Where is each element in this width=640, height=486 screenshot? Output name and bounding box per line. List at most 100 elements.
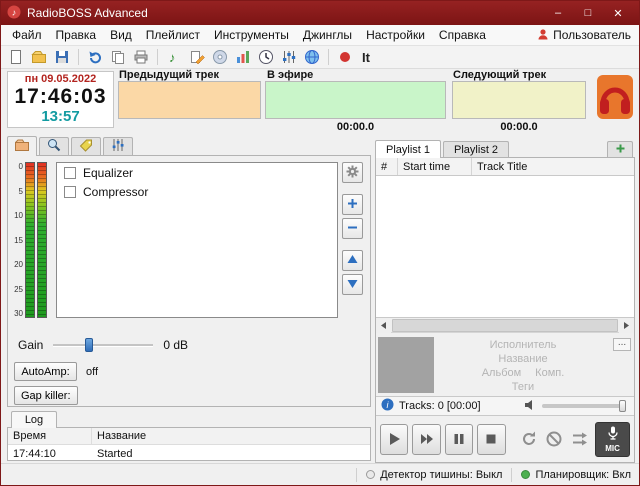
move-up-button[interactable] [342,250,363,271]
menu-tools[interactable]: Инструменты [207,26,296,44]
volume-slider[interactable] [542,404,626,408]
playlist-column-track-title[interactable]: Track Title [472,158,634,175]
text-tool-button[interactable]: It [362,50,370,65]
onair-track-box[interactable] [265,81,446,119]
tab-playlist-1[interactable]: Playlist 1 [375,140,441,158]
tab-search[interactable] [39,137,69,155]
silence-detector-status[interactable]: Детектор тишины: Выкл [366,469,502,481]
add-effect-button[interactable] [342,194,363,215]
track-info-panel: Исполнитель Название Альбом Комп. Теги .… [376,333,634,397]
playlist-column-start-time[interactable]: Start time [398,158,472,175]
tab-log[interactable]: Log [11,411,57,428]
no-stop-button[interactable] [543,427,565,451]
meter-tick: 0 [12,162,23,171]
vu-meter: 0 5 10 15 20 25 30 [12,162,49,318]
scroll-right-button[interactable] [619,318,634,333]
previous-track-box[interactable] [118,81,261,119]
copy-icon[interactable] [108,47,128,67]
window-title: RadioBOSS Advanced [27,6,148,20]
cd-ripper-icon[interactable] [210,47,230,67]
playlist-column-number[interactable]: # [376,158,398,175]
meter-tick: 10 [12,211,23,220]
remove-effect-button[interactable] [342,218,363,239]
mic-button[interactable]: MIC [595,422,630,457]
next-button[interactable] [412,424,440,455]
gap-killer-button[interactable]: Gap killer: [14,386,78,405]
minimize-button[interactable]: – [543,2,573,24]
app-icon: ♪ [7,5,21,22]
next-track-box[interactable] [452,81,586,119]
equalizer-checkbox[interactable] [64,167,76,179]
volume-slider-thumb[interactable] [619,400,626,412]
tab-effects-mixer[interactable] [103,137,133,155]
autoamp-button[interactable]: AutoAmp: [14,362,77,381]
gain-slider[interactable] [53,338,153,352]
print-icon[interactable] [131,47,151,67]
statusbar-separator [356,468,357,482]
scheduler-status[interactable]: Планировщик: Вкл [521,469,631,481]
gain-slider-thumb[interactable] [85,338,93,352]
scrollbar-thumb[interactable] [392,319,618,332]
menu-help[interactable]: Справка [432,26,493,44]
transport-controls: MIC [376,416,634,462]
vu-meter-bar-right [37,162,47,318]
play-button[interactable] [380,424,408,455]
meter-tick: 30 [12,309,23,318]
stop-button[interactable] [477,424,505,455]
menubar: Файл Правка Вид Плейлист Инструменты Джи… [1,25,639,46]
close-button[interactable]: ✕ [603,2,633,24]
track-info-more-button[interactable]: ... [613,338,631,351]
arrow-up-icon [346,253,359,269]
tab-browser[interactable] [7,136,37,156]
tab-playlist-2[interactable]: Playlist 2 [443,141,509,157]
speaker-icon[interactable] [524,399,537,414]
menu-file[interactable]: Файл [5,26,49,44]
log-column-time[interactable]: Время [8,428,92,444]
undo-icon[interactable] [85,47,105,67]
compressor-checkbox[interactable] [64,186,76,198]
web-icon[interactable] [302,47,322,67]
menu-playlist[interactable]: Плейлист [139,26,207,44]
maximize-button[interactable]: □ [573,2,603,24]
pause-button[interactable] [445,424,473,455]
gain-slider-track [53,344,153,347]
effects-panel-tabs [7,135,135,155]
effect-settings-button[interactable] [342,162,363,183]
new-playlist-icon[interactable] [6,47,26,67]
music-library-icon[interactable]: ♪ [164,47,184,67]
mixer-icon[interactable] [279,47,299,67]
track-info-fields: Исполнитель Название Альбом Комп. Теги [438,338,608,394]
table-row[interactable]: 17:44:10 Started [8,445,370,461]
menu-view[interactable]: Вид [103,26,139,44]
user-menu[interactable]: Пользователь [537,28,635,43]
folder-icon [15,139,29,154]
move-down-button[interactable] [342,274,363,295]
playlist-panel: Playlist 1 Playlist 2 # Start time Track… [375,139,635,463]
record-icon[interactable] [335,47,355,67]
playlist-list[interactable] [376,176,634,318]
scroll-left-button[interactable] [376,318,391,333]
save-icon[interactable] [52,47,72,67]
next-time: 00:00.0 [452,121,586,133]
add-playlist-tab[interactable] [607,141,633,157]
headphones-icon[interactable] [595,73,635,124]
menu-jingles[interactable]: Джинглы [296,26,359,44]
scheduler-clock-icon[interactable] [256,47,276,67]
open-icon[interactable] [29,47,49,67]
tab-tags[interactable] [71,137,101,155]
stats-icon[interactable] [233,47,253,67]
edit-track-icon[interactable] [187,47,207,67]
toolbar-separator [157,49,158,65]
effects-panel-body: 0 5 10 15 20 25 30 Equalizer [7,155,371,407]
menu-edit[interactable]: Правка [49,26,104,44]
list-item-equalizer[interactable]: Equalizer [57,163,337,182]
horizontal-scrollbar[interactable] [376,318,634,333]
repeat-button[interactable] [518,427,540,451]
toolbar: ♪ It [1,46,639,69]
autoamp-value: off [86,366,98,378]
log-column-name[interactable]: Название [92,430,146,442]
shuffle-button[interactable] [569,427,591,451]
list-item-compressor[interactable]: Compressor [57,182,337,201]
menu-settings[interactable]: Настройки [359,26,432,44]
toolbar-separator [328,49,329,65]
